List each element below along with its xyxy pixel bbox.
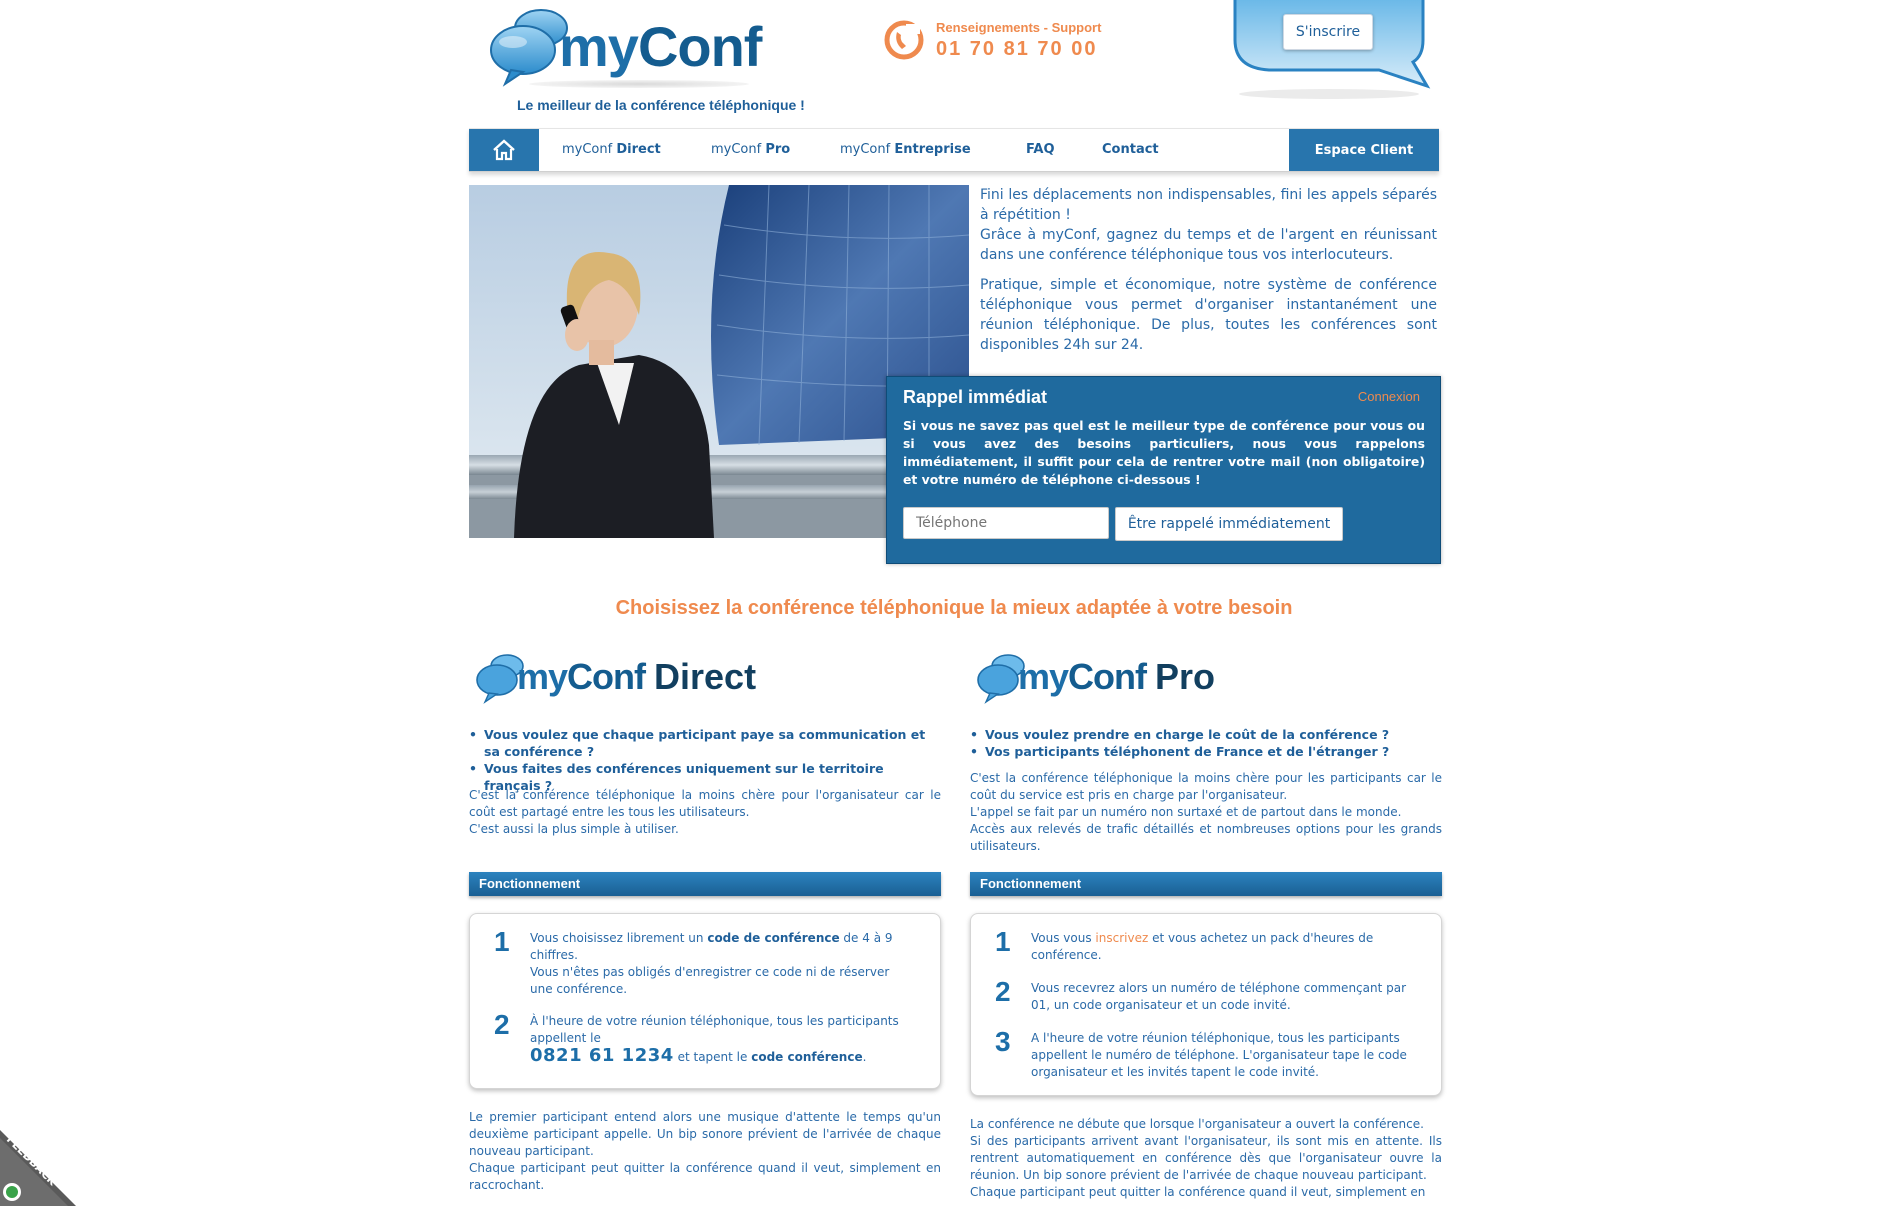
direct-description: C'est la conférence téléphonique la moin…	[469, 788, 941, 836]
page-container: myConf Le meilleur de la conférence télé…	[469, 0, 1442, 1200]
tagline: Le meilleur de la conférence téléphoniqu…	[517, 97, 805, 113]
login-link[interactable]: Connexion	[1358, 389, 1420, 404]
step-number: 3	[995, 1026, 1011, 1057]
nav-item-pro[interactable]: myConf Pro	[711, 129, 790, 171]
list-item: Vous voulez prendre en charge le coût de…	[970, 726, 1442, 743]
home-nav-button[interactable]	[469, 129, 539, 171]
direct-footer-text: Le premier participant entend alors une …	[469, 1110, 941, 1192]
signup-link[interactable]: inscrivez	[1095, 931, 1148, 945]
speech-bubbles-icon	[490, 9, 568, 87]
main-nav: myConf Direct myConf Pro myConf Entrepri…	[469, 128, 1439, 172]
callback-panel: Rappel immédiat Connexion Si vous ne sav…	[886, 376, 1441, 564]
phone-icon	[884, 20, 924, 60]
nav-item-entreprise[interactable]: myConf Entreprise	[840, 129, 971, 171]
home-icon	[493, 139, 515, 161]
step-number: 2	[995, 976, 1011, 1007]
choose-heading: Choisissez la conférence téléphonique la…	[615, 597, 1293, 619]
direct-bullets: Vous voulez que chaque participant paye …	[469, 726, 941, 794]
nav-item-faq[interactable]: FAQ	[1026, 129, 1055, 171]
hero-paragraph-1: Fini les déplacements non indispensables…	[980, 187, 1437, 263]
direct-column: myConf Direct Vous voulez que chaque par…	[469, 650, 941, 1192]
myconf-logo[interactable]: myConf	[489, 6, 779, 90]
callback-title: Rappel immédiat	[903, 387, 1048, 407]
step-number: 1	[494, 926, 510, 957]
direct-steps-box: 1 Vous choisissez librement un code de c…	[469, 913, 941, 1089]
pro-description: C'est la conférence téléphonique la moin…	[970, 771, 1442, 853]
direct-logo-wordmark: myConf Direct	[517, 656, 757, 697]
conference-phone-number: 0821 61 1234	[530, 1045, 674, 1066]
step-text: À l'heure de votre réunion téléphonique,…	[530, 1014, 899, 1066]
feedback-tab[interactable]: FEEDBACK	[0, 1128, 76, 1206]
myconf-direct-logo[interactable]: myConf Direct	[469, 650, 941, 710]
pro-column: myConf Pro Vous voulez prendre en charge…	[970, 650, 1442, 1199]
list-item: Vous voulez que chaque participant paye …	[469, 726, 941, 760]
callback-phone-input[interactable]	[903, 507, 1109, 539]
pro-fonctionnement-header: Fonctionnement	[970, 872, 1442, 896]
step-text: Vous vous inscrivez et vous achetez un p…	[1031, 931, 1374, 962]
callback-submit-button[interactable]: Être rappelé immédiatement	[1115, 507, 1343, 541]
step-number: 1	[995, 926, 1011, 957]
step-text: A l'heure de votre réunion téléphonique,…	[1031, 1031, 1407, 1079]
myconf-pro-logo[interactable]: myConf Pro	[970, 650, 1442, 710]
callback-description: Si vous ne savez pas quel est le meilleu…	[903, 418, 1425, 487]
pro-logo-wordmark: myConf Pro	[1018, 656, 1216, 697]
client-area-button[interactable]: Espace Client	[1289, 129, 1439, 171]
step-text: Vous choisissez librement un code de con…	[530, 931, 893, 996]
pro-footer-text: La conférence ne débute que lorsque l'or…	[970, 1117, 1442, 1199]
direct-fonctionnement-header: Fonctionnement	[469, 872, 941, 896]
logo-wordmark: myConf	[559, 15, 762, 78]
step-number: 2	[494, 1009, 510, 1040]
support-phone-number[interactable]: 01 70 81 70 00	[936, 38, 1097, 61]
step-text: Vous recevrez alors un numéro de télépho…	[1031, 981, 1407, 1012]
nav-item-contact[interactable]: Contact	[1102, 129, 1159, 171]
support-label: Renseignements - Support	[936, 20, 1102, 35]
pro-bullets: Vous voulez prendre en charge le coût de…	[970, 726, 1442, 760]
nav-item-direct[interactable]: myConf Direct	[562, 129, 661, 171]
list-item: Vos participants téléphonent de France e…	[970, 743, 1442, 760]
logo-shadow	[529, 80, 749, 88]
hero-paragraph-2: Pratique, simple et économique, notre sy…	[980, 277, 1437, 353]
signup-button[interactable]: S'inscrire	[1283, 14, 1373, 50]
hero-intro-text: Fini les déplacements non indispensables…	[980, 185, 1437, 365]
pro-steps-box: 1 Vous vous inscrivez et vous achetez un…	[970, 913, 1442, 1096]
